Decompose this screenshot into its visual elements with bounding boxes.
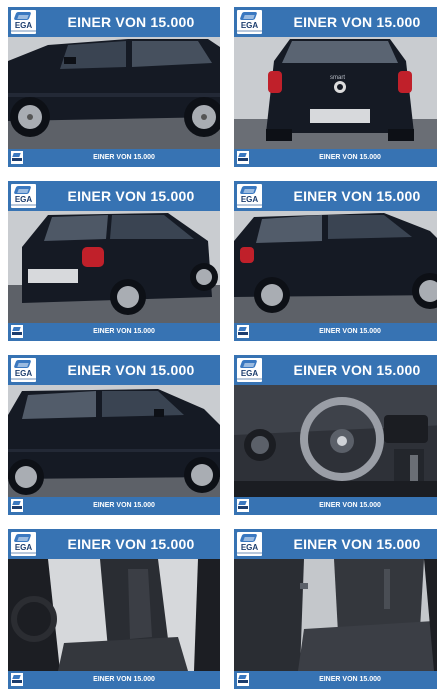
car-photo-side-left <box>234 211 437 323</box>
tile-footer: EINER VON 15.000 <box>234 497 437 515</box>
tile-banner: EGA EINER VON 15.000 <box>8 181 220 211</box>
car-photo-rear: smart <box>234 37 437 149</box>
footer-text: EINER VON 15.000 <box>319 502 381 509</box>
footer-text: EINER VON 15.000 <box>319 328 381 335</box>
car-photo-rear-quarter <box>8 211 220 323</box>
ega-logo: EGA <box>11 532 36 556</box>
interior-photo-rear-seats <box>234 559 437 671</box>
ega-logo: EGA <box>11 358 36 382</box>
ega-logo: EGA <box>11 10 36 34</box>
banner-title: EINER VON 15.000 <box>67 536 195 552</box>
photo-tile-7[interactable]: EGA EINER VON 15.000 EINER VON 15.000 <box>8 529 220 689</box>
banner-title: EINER VON 15.000 <box>67 188 195 204</box>
tile-footer: EINER VON 15.000 <box>8 671 220 689</box>
tile-banner: EGA EINER VON 15.000 <box>234 355 437 385</box>
ega-logo: EGA <box>237 10 262 34</box>
tile-banner: EGA EINER VON 15.000 <box>234 7 437 37</box>
ega-logo: EGA <box>237 532 262 556</box>
car-photo-side-right <box>8 37 220 149</box>
ega-mini-logo <box>237 325 249 338</box>
footer-text: EINER VON 15.000 <box>319 154 381 161</box>
photo-tile-5[interactable]: EGA EINER VON 15.000 EINER VON 15.000 <box>8 355 220 515</box>
footer-text: EINER VON 15.000 <box>93 502 155 509</box>
tile-banner: EGA EINER VON 15.000 <box>234 529 437 559</box>
banner-title: EINER VON 15.000 <box>67 362 195 378</box>
ega-logo: EGA <box>237 184 262 208</box>
tile-banner: EGA EINER VON 15.000 <box>8 529 220 559</box>
ega-logo: EGA <box>237 358 262 382</box>
banner-title: EINER VON 15.000 <box>293 188 421 204</box>
banner-title: EINER VON 15.000 <box>293 14 421 30</box>
banner-title: EINER VON 15.000 <box>67 14 195 30</box>
banner-title: EINER VON 15.000 <box>293 536 421 552</box>
rear-badge-text: smart <box>330 75 345 81</box>
tile-footer: EINER VON 15.000 <box>8 149 220 167</box>
photo-tile-8[interactable]: EGA EINER VON 15.000 EINER VON 15.000 <box>234 529 437 689</box>
ega-mini-logo <box>11 151 23 164</box>
ega-mini-logo <box>237 499 249 512</box>
tile-footer: EINER VON 15.000 <box>8 323 220 341</box>
photo-grid: EGA EINER VON 15.000 EINER VON 15.000 EG <box>0 0 437 689</box>
tile-footer: EINER VON 15.000 <box>8 497 220 515</box>
ega-mini-logo <box>237 151 249 164</box>
photo-tile-3[interactable]: EGA EINER VON 15.000 EINER VON 15.000 <box>8 181 220 341</box>
tile-footer: EINER VON 15.000 <box>234 671 437 689</box>
footer-text: EINER VON 15.000 <box>93 328 155 335</box>
photo-tile-2[interactable]: EGA EINER VON 15.000 smart EINER VON 15.… <box>234 7 437 167</box>
car-photo-side-left-2 <box>8 385 220 497</box>
interior-photo-front-seats <box>8 559 220 671</box>
tile-footer: EINER VON 15.000 <box>234 149 437 167</box>
footer-text: EINER VON 15.000 <box>93 676 155 683</box>
footer-text: EINER VON 15.000 <box>319 676 381 683</box>
banner-title: EINER VON 15.000 <box>293 362 421 378</box>
ega-logo: EGA <box>11 184 36 208</box>
ega-mini-logo <box>11 325 23 338</box>
photo-tile-6[interactable]: EGA EINER VON 15.000 EINER VON 15.000 <box>234 355 437 515</box>
footer-text: EINER VON 15.000 <box>93 154 155 161</box>
photo-tile-1[interactable]: EGA EINER VON 15.000 EINER VON 15.000 <box>8 7 220 167</box>
tile-banner: EGA EINER VON 15.000 <box>234 181 437 211</box>
tile-banner: EGA EINER VON 15.000 <box>8 7 220 37</box>
interior-photo-dashboard <box>234 385 437 497</box>
tile-banner: EGA EINER VON 15.000 <box>8 355 220 385</box>
ega-mini-logo <box>11 499 23 512</box>
photo-tile-4[interactable]: EGA EINER VON 15.000 EINER VON 15.000 <box>234 181 437 341</box>
tile-footer: EINER VON 15.000 <box>234 323 437 341</box>
